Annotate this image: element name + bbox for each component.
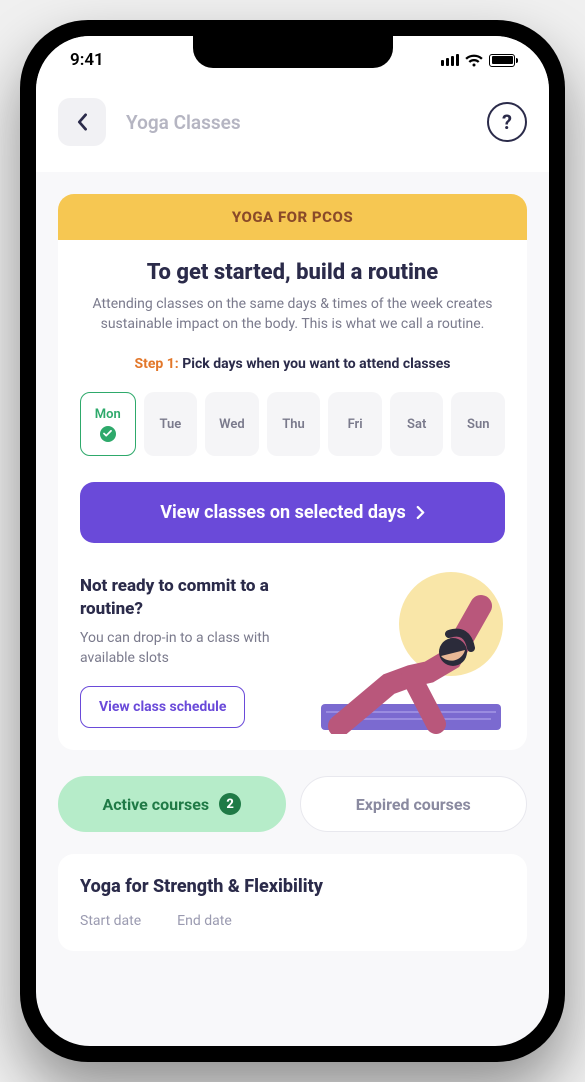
- tab-count-badge: 2: [219, 793, 241, 815]
- screen: 9:41 Yoga Classes ? YOGA FOR PCOS To get…: [36, 36, 549, 1046]
- question-icon: ?: [502, 110, 512, 134]
- day-label: Thu: [282, 417, 305, 432]
- status-indicators: [441, 54, 515, 67]
- wifi-icon: [465, 54, 483, 67]
- secondary-button-label: View class schedule: [99, 699, 226, 715]
- card-description: Attending classes on the same days & tim…: [80, 295, 505, 334]
- back-button[interactable]: [58, 98, 106, 146]
- phone-frame: 9:41 Yoga Classes ? YOGA FOR PCOS To get…: [20, 20, 565, 1062]
- course-title: Yoga for Strength & Flexibility: [80, 876, 505, 897]
- primary-button-label: View classes on selected days: [160, 502, 406, 523]
- step-label: Step 1:: [134, 356, 178, 372]
- start-date-label: Start date: [80, 913, 141, 929]
- view-schedule-button[interactable]: View class schedule: [80, 686, 245, 728]
- page-title: Yoga Classes: [126, 111, 467, 134]
- yoga-illustration: [311, 564, 511, 734]
- day-label: Wed: [219, 417, 245, 432]
- step-text: Pick days when you want to attend classe…: [182, 356, 450, 372]
- end-date-label: End date: [177, 913, 232, 929]
- check-icon: [100, 426, 116, 442]
- day-chip-fri[interactable]: Fri: [328, 392, 382, 456]
- day-label: Tue: [159, 417, 181, 432]
- tab-active-courses[interactable]: Active courses 2: [58, 776, 286, 832]
- battery-icon: [489, 54, 515, 67]
- day-label: Sat: [407, 417, 426, 432]
- content: YOGA FOR PCOS To get started, build a ro…: [36, 172, 549, 973]
- day-chip-sun[interactable]: Sun: [451, 392, 505, 456]
- days-row: Mon Tue Wed Thu Fri Sat Sun: [80, 392, 505, 456]
- day-label: Sun: [467, 417, 489, 432]
- day-chip-tue[interactable]: Tue: [144, 392, 198, 456]
- course-tabs: Active courses 2 Expired courses: [58, 776, 527, 832]
- status-time: 9:41: [70, 50, 104, 70]
- day-chip-wed[interactable]: Wed: [205, 392, 259, 456]
- notch: [193, 36, 393, 68]
- cellular-icon: [441, 54, 459, 66]
- routine-card: YOGA FOR PCOS To get started, build a ro…: [58, 194, 527, 750]
- day-chip-mon[interactable]: Mon: [80, 392, 136, 456]
- card-banner: YOGA FOR PCOS: [58, 194, 527, 240]
- step-line: Step 1: Pick days when you want to atten…: [80, 356, 505, 372]
- dropin-description: You can drop-in to a class with availabl…: [80, 629, 310, 668]
- dropin-title: Not ready to commit to a routine?: [80, 575, 310, 621]
- course-meta: Start date End date: [80, 913, 505, 929]
- day-chip-thu[interactable]: Thu: [267, 392, 321, 456]
- tab-label: Expired courses: [356, 795, 471, 814]
- day-label: Fri: [348, 417, 363, 432]
- app-header: Yoga Classes ?: [36, 84, 549, 172]
- course-card[interactable]: Yoga for Strength & Flexibility Start da…: [58, 854, 527, 951]
- chevron-right-icon: [416, 505, 425, 520]
- tab-label: Active courses: [102, 795, 209, 814]
- day-chip-sat[interactable]: Sat: [390, 392, 444, 456]
- chevron-left-icon: [75, 113, 89, 131]
- dropin-section: Not ready to commit to a routine? You ca…: [80, 575, 505, 728]
- view-classes-button[interactable]: View classes on selected days: [80, 482, 505, 543]
- tab-expired-courses[interactable]: Expired courses: [300, 776, 528, 832]
- help-button[interactable]: ?: [487, 102, 527, 142]
- day-label: Mon: [95, 407, 121, 422]
- card-title: To get started, build a routine: [80, 260, 505, 285]
